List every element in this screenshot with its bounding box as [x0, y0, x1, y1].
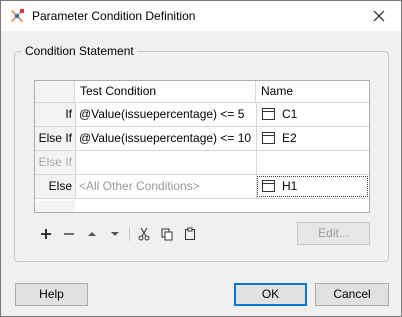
scissors-icon: [138, 227, 150, 241]
header-name: Name: [256, 81, 369, 103]
cut-button[interactable]: [136, 226, 152, 242]
header-test-condition: Test Condition: [75, 81, 256, 103]
table-row[interactable]: Else If: [35, 151, 369, 175]
name-value: E2: [282, 131, 297, 145]
triangle-down-icon: [111, 232, 119, 236]
paste-button[interactable]: [182, 226, 198, 242]
remove-row-button[interactable]: [61, 226, 77, 242]
name-cell[interactable]: E2: [256, 127, 369, 150]
name-value: H1: [282, 179, 298, 193]
row-label: Else: [35, 175, 75, 198]
row-label: If: [35, 103, 75, 126]
row-header-filler: [35, 201, 75, 212]
add-row-button[interactable]: [38, 226, 54, 242]
row-label: Else If: [35, 151, 75, 174]
header-corner: [35, 81, 75, 103]
name-cell[interactable]: [256, 151, 369, 174]
condition-cell[interactable]: @Value(issuepercentage) <= 5: [75, 103, 256, 126]
output-port-icon: [262, 108, 275, 120]
title-bar: Parameter Condition Definition: [1, 1, 401, 31]
copy-icon: [161, 228, 173, 240]
app-icon: [9, 8, 25, 24]
window-title: Parameter Condition Definition: [32, 9, 196, 23]
name-cell[interactable]: C1: [256, 103, 369, 126]
dialog-window: Parameter Condition Definition Condition…: [0, 0, 402, 317]
condition-statement-legend: Condition Statement: [22, 44, 137, 58]
plus-icon: [41, 229, 51, 239]
toolbar-separator: [129, 227, 130, 241]
move-down-button[interactable]: [107, 226, 123, 242]
minus-icon: [64, 233, 74, 235]
edit-button[interactable]: Edit...: [297, 222, 370, 245]
table-row[interactable]: If @Value(issuepercentage) <= 5 C1: [35, 103, 369, 127]
name-cell[interactable]: H1: [256, 175, 369, 198]
output-port-icon: [262, 132, 275, 144]
condition-cell[interactable]: @Value(issuepercentage) <= 10: [75, 127, 256, 150]
close-button[interactable]: [356, 1, 401, 31]
close-icon: [373, 10, 384, 22]
copy-button[interactable]: [159, 226, 175, 242]
triangle-up-icon: [88, 232, 96, 236]
help-button[interactable]: Help: [15, 283, 88, 306]
output-port-icon: [262, 180, 275, 192]
conditions-table: Test Condition Name If @Value(issueperce…: [34, 80, 370, 213]
cancel-button[interactable]: Cancel: [315, 283, 389, 306]
condition-cell[interactable]: [75, 151, 256, 174]
table-row[interactable]: Else <All Other Conditions> H1: [35, 175, 369, 199]
clipboard-icon: [185, 227, 195, 240]
name-value: C1: [282, 107, 298, 121]
table-row[interactable]: Else If @Value(issuepercentage) <= 10 E2: [35, 127, 369, 151]
ok-button[interactable]: OK: [234, 283, 307, 306]
row-label: Else If: [35, 127, 75, 150]
condition-cell: <All Other Conditions>: [75, 175, 256, 198]
move-up-button[interactable]: [84, 226, 100, 242]
